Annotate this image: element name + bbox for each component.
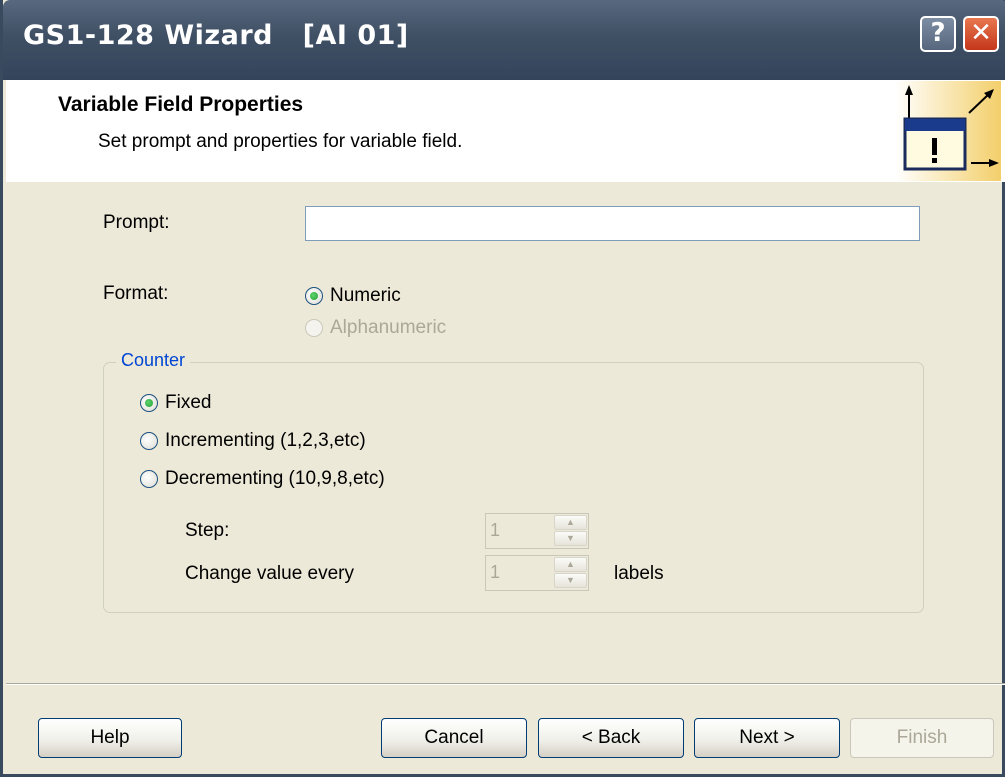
- help-button[interactable]: Help: [38, 718, 182, 758]
- change-every-value: 1: [490, 562, 501, 582]
- format-label: Format:: [103, 283, 169, 304]
- format-alphanumeric-radio[interactable]: Alphanumeric: [305, 317, 446, 339]
- finish-button[interactable]: Finish: [850, 718, 994, 758]
- footer-divider: [6, 683, 1005, 685]
- radio-label: Fixed: [165, 392, 212, 413]
- step-spinner[interactable]: 1 ▲ ▼: [485, 513, 589, 549]
- prompt-label: Prompt:: [103, 212, 170, 233]
- wizard-header: Variable Field Properties Set prompt and…: [6, 80, 1005, 182]
- change-every-spinner[interactable]: 1 ▲ ▼: [485, 555, 589, 591]
- close-button[interactable]: ✕: [963, 16, 999, 52]
- close-icon: ✕: [970, 18, 992, 48]
- title-bar[interactable]: GS1-128 Wizard [AI 01] ? ✕: [3, 0, 1005, 80]
- labels-suffix: labels: [614, 563, 664, 584]
- radio-label: Numeric: [330, 285, 401, 306]
- counter-decrementing-radio[interactable]: Decrementing (10,9,8,etc): [140, 468, 385, 490]
- wizard-window: GS1-128 Wizard [AI 01] ? ✕ Variable Fiel…: [0, 0, 1005, 777]
- radio-empty-icon: [140, 470, 158, 488]
- spin-down-icon[interactable]: ▼: [554, 531, 587, 546]
- counter-fixed-radio[interactable]: Fixed: [140, 392, 211, 414]
- question-mark-icon: ?: [930, 18, 946, 48]
- cancel-button[interactable]: Cancel: [381, 718, 527, 758]
- step-value: 1: [490, 520, 501, 540]
- radio-label: Decrementing (10,9,8,etc): [165, 468, 385, 489]
- spin-down-icon[interactable]: ▼: [554, 573, 587, 588]
- radio-empty-icon: [305, 319, 323, 337]
- window-title: GS1-128 Wizard [AI 01]: [23, 20, 409, 51]
- format-numeric-radio[interactable]: Numeric: [305, 285, 401, 307]
- next-button[interactable]: Next >: [694, 718, 840, 758]
- counter-legend: Counter: [116, 350, 191, 371]
- radio-selected-icon: [305, 287, 323, 305]
- radio-selected-icon: [140, 394, 158, 412]
- spin-up-icon[interactable]: ▲: [554, 515, 587, 530]
- counter-incrementing-radio[interactable]: Incrementing (1,2,3,etc): [140, 430, 366, 452]
- radio-empty-icon: [140, 432, 158, 450]
- spin-up-icon[interactable]: ▲: [554, 557, 587, 572]
- header-title: Variable Field Properties: [58, 93, 304, 116]
- radio-label: Incrementing (1,2,3,etc): [165, 430, 366, 451]
- back-button[interactable]: < Back: [538, 718, 684, 758]
- step-label: Step:: [185, 520, 230, 541]
- change-every-label: Change value every: [185, 563, 354, 584]
- prompt-input[interactable]: [305, 206, 920, 241]
- radio-label: Alphanumeric: [330, 317, 447, 338]
- header-subtitle: Set prompt and properties for variable f…: [98, 131, 463, 152]
- help-title-button[interactable]: ?: [920, 16, 956, 52]
- window-exclamation-icon: [895, 81, 1001, 181]
